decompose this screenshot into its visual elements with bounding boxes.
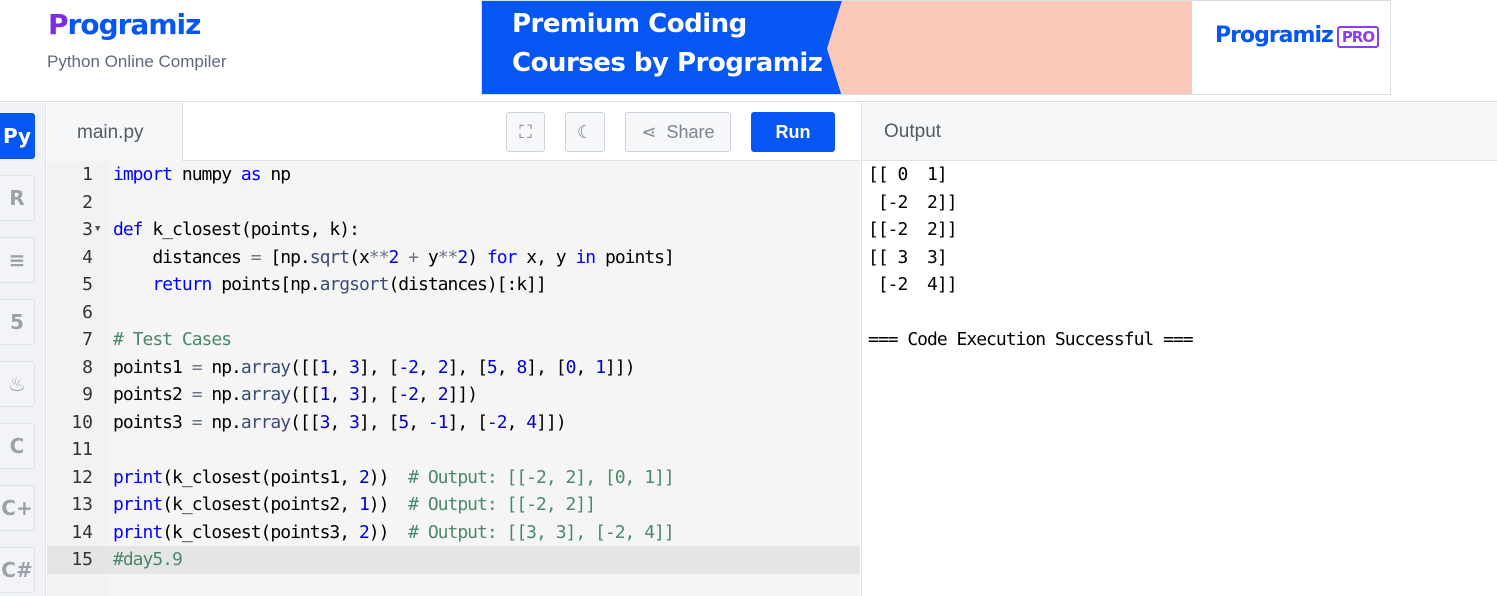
code-text: def k_closest(points, k): [113,219,360,240]
sidebar-item-python[interactable]: Py [0,113,35,159]
r-icon: R [9,186,25,210]
line-number: 3 [82,219,93,240]
line-number: 9 [82,384,93,405]
banner-pro-panel [1192,1,1390,94]
sidebar-item-java[interactable]: ♨ [0,361,35,407]
line-number: 7 [82,329,93,350]
header: Programiz Python Online Compiler Premium… [0,0,1497,102]
code-text: points3 = np.array([[3, 3], [5, -1], [-2… [113,411,567,433]
fold-arrow-icon[interactable]: ▼ [95,216,100,244]
code-text: distances = [np.sqrt(x**2 + y**2) for x,… [113,246,675,268]
code-line[interactable]: 15 #day5.9 [47,546,860,574]
editor-toolbar: main.py ⛶ ☾ ⋖ Share Run [47,103,860,162]
code-text: return points[np.argsort(distances)[:k]] [152,274,547,295]
line-number: 12 [71,466,93,488]
sidebar-item-c[interactable]: C [0,423,35,469]
output-console: [[ 0 1] [-2 2]] [[-2 2]] [[ 3 3] [-2 4]]… [861,161,1497,596]
fullscreen-icon: ⛶ [519,121,532,142]
code-line[interactable]: 11 [47,436,860,464]
sidebar-item-csharp[interactable]: C# [0,547,35,593]
line-number: 15 [71,549,93,570]
java-icon: ♨ [8,372,26,396]
code-line[interactable]: 10 points3 = np.array([[3, 3], [5, -1], [… [47,409,860,437]
theme-toggle-button[interactable]: ☾ [565,112,605,152]
line-number: 4 [82,246,93,268]
line-number: 5 [82,274,93,295]
line-number: 6 [82,301,93,323]
line-number: 8 [82,356,93,378]
share-button[interactable]: ⋖ Share [625,112,731,152]
code-line[interactable]: 8 points1 = np.array([[1, 3], [-2, 2], [5… [47,354,860,382]
sidebar-item-cpp[interactable]: C+ [0,485,35,531]
fullscreen-button[interactable]: ⛶ [506,112,545,152]
code-text: import numpy as np [113,164,291,185]
code-line[interactable]: 3 ▼ def k_closest(points, k): [47,216,860,244]
code-line[interactable]: 12 print(k_closest(points1, 2)) # Output:… [47,464,860,492]
output-header: Output [861,103,1497,161]
code-line[interactable]: 1 import numpy as np [47,161,860,189]
code-text: points1 = np.array([[1, 3], [-2, 2], [5,… [113,356,636,378]
line-number: 13 [71,494,93,515]
line-number: 14 [71,521,93,543]
programiz-pro-logo: Programiz PRO [1215,23,1380,48]
language-sidebar: Py R ≡ 5 ♨ C C+ C# [0,103,46,596]
banner-line1: Premium Coding [512,9,747,39]
code-line[interactable]: 5 return points[np.argsort(distances)[:k… [47,271,860,299]
tab-main-py[interactable]: main.py [47,103,183,162]
c-icon: C [9,434,25,458]
line-number: 1 [82,164,93,185]
html5-icon: 5 [10,310,24,334]
code-editor[interactable]: 1 import numpy as np 2 3 ▼ def k_closest(poin… [47,161,860,596]
ad-banner[interactable]: Premium Coding Courses by Programiz Progr… [481,0,1391,95]
code-text: print(k_closest(points3, 2)) # Output: [… [113,521,675,543]
code-line[interactable]: 6 [47,299,860,327]
sidebar-item-r[interactable]: R [0,175,35,221]
line-number: 10 [71,411,93,433]
moon-icon: ☾ [576,121,594,142]
banner-line2: Courses by Programiz [512,48,823,78]
code-text: #day5.9 [113,549,183,570]
code-line[interactable]: 7 # Test Cases [47,326,860,354]
cpp-icon: C+ [1,496,33,520]
share-label: Share [666,121,715,142]
code-line[interactable]: 14 print(k_closest(points3, 2)) # Output:… [47,519,860,547]
programiz-logo[interactable]: Programiz [48,8,202,41]
sidebar-item-database[interactable]: ≡ [0,237,35,283]
line-number: 11 [71,439,93,460]
python-icon: Py [2,124,32,148]
page-subtitle: Python Online Compiler [47,52,227,71]
code-line[interactable]: 4 distances = [np.sqrt(x**2 + y**2) for … [47,244,860,272]
code-line[interactable]: 9 points2 = np.array([[1, 3], [-2, 2]]) [47,381,860,409]
code-line[interactable]: 13 print(k_closest(points2, 1)) # Output:… [47,491,860,519]
database-icon: ≡ [8,248,26,272]
code-line[interactable]: 2 [47,189,860,217]
share-icon: ⋖ [641,121,657,142]
sidebar-item-html5[interactable]: 5 [0,299,35,345]
code-text: print(k_closest(points1, 2)) # Output: [… [113,466,675,488]
run-button[interactable]: Run [751,112,835,152]
csharp-icon: C# [1,558,33,582]
logo-text-rest: rogramiz [67,8,202,41]
code-text: # Test Cases [113,329,232,350]
code-text: print(k_closest(points2, 1)) # Output: [… [113,494,596,515]
banner-illustration [827,1,1197,94]
code-text: points2 = np.array([[1, 3], [-2, 2]]) [113,384,478,405]
line-number: 2 [82,191,93,213]
